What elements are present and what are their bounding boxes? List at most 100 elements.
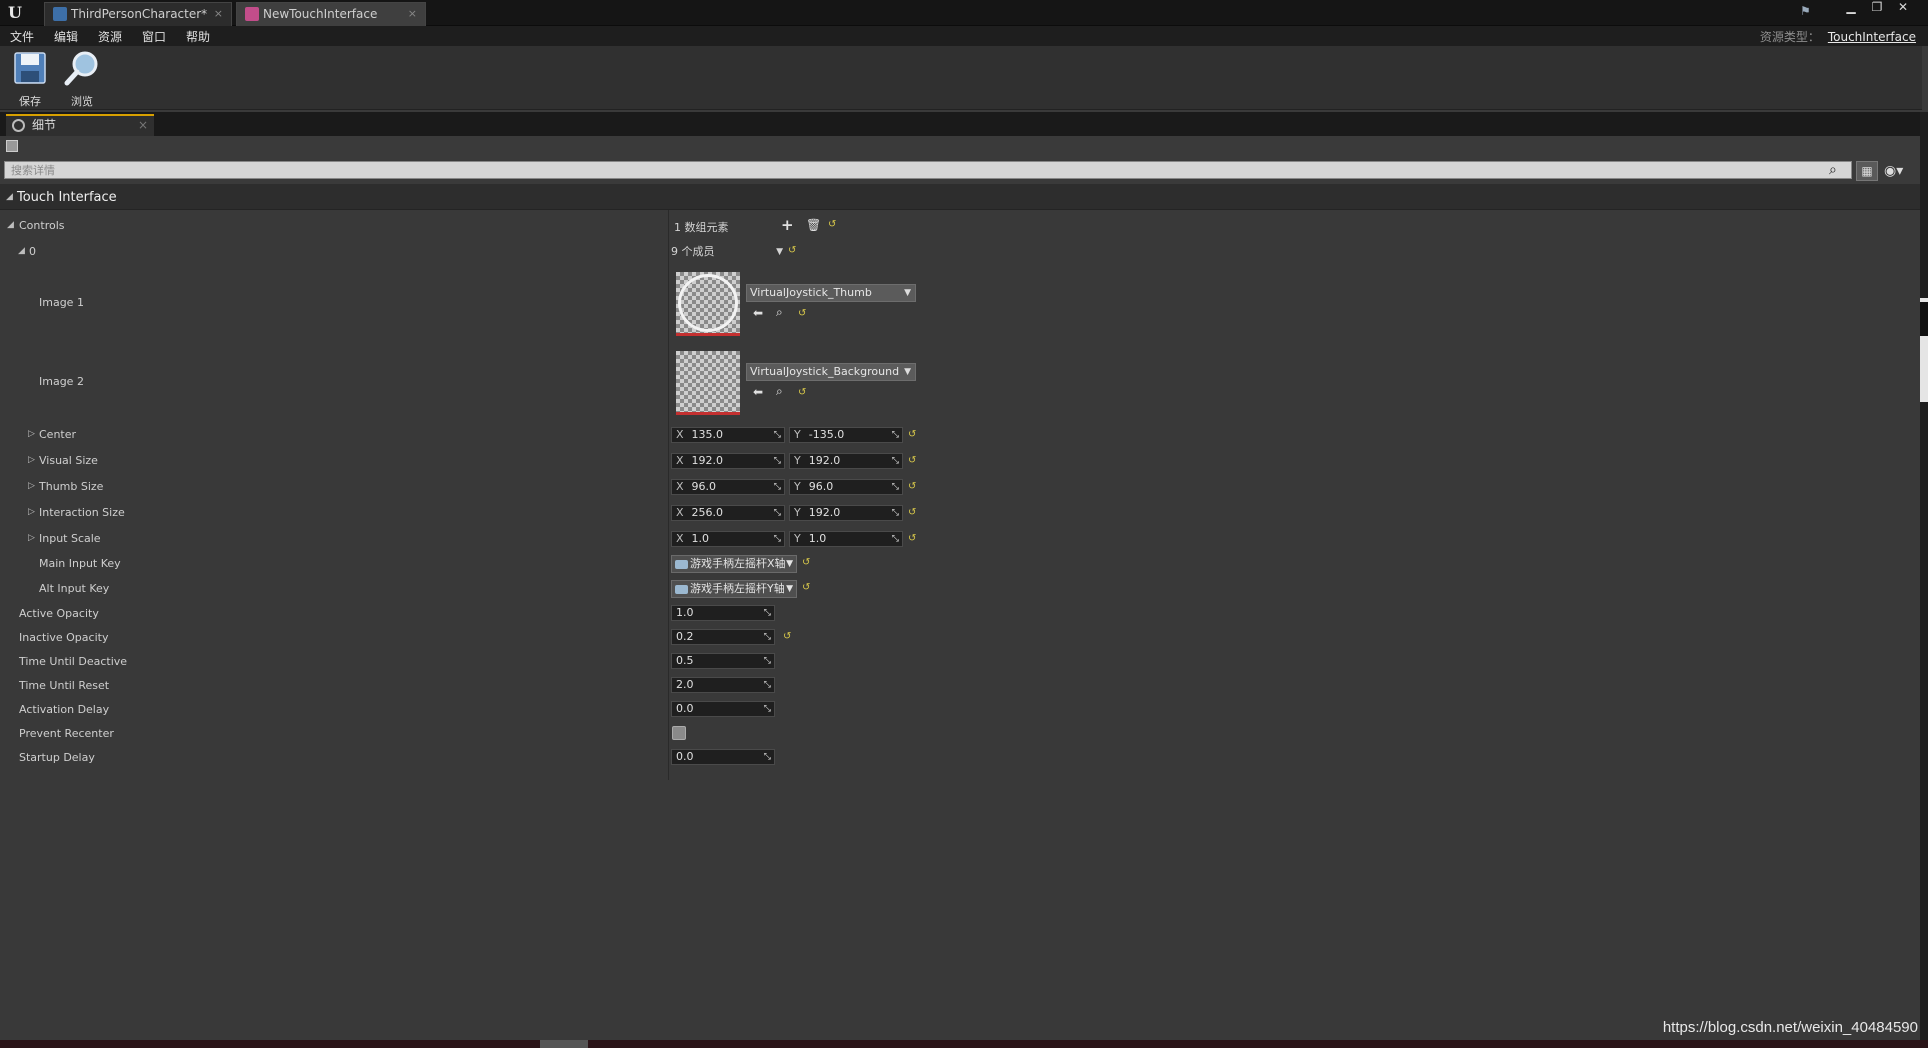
image2-asset-picker[interactable]: VirtualJoystick_Background ▼ xyxy=(746,363,916,381)
drag-spin-icon: ⤡ xyxy=(773,534,781,544)
expand-arrow-icon[interactable]: ▷ xyxy=(28,455,35,465)
chevron-down-icon: ▼ xyxy=(786,584,793,594)
main-input-key-label: Main Input Key xyxy=(39,557,121,570)
menu-window[interactable]: 窗口 xyxy=(142,28,166,45)
browse-asset-icon[interactable]: ⌕ xyxy=(776,384,783,399)
activation-delay-field[interactable]: 0.0 ⤡ xyxy=(671,701,775,717)
unreal-logo-icon[interactable]: U xyxy=(4,2,26,24)
image1-asset-name: VirtualJoystick_Thumb xyxy=(750,286,872,299)
close-icon[interactable]: × xyxy=(408,3,417,25)
reset-icon[interactable]: ↺ xyxy=(802,583,812,593)
expand-arrow-icon[interactable]: ▷ xyxy=(28,507,35,517)
time-until-reset-field[interactable]: 2.0 ⤡ xyxy=(671,677,775,693)
input-scale-y-field[interactable]: Y 1.0 ⤡ xyxy=(789,531,903,547)
reset-icon[interactable]: ↺ xyxy=(908,534,918,544)
browse-asset-icon[interactable]: ⌕ xyxy=(776,305,783,320)
category-header[interactable]: ◢ Touch Interface xyxy=(0,184,1922,210)
reset-icon[interactable]: ↺ xyxy=(908,482,918,492)
reset-icon[interactable]: ↺ xyxy=(798,309,808,319)
inactive-opacity-field[interactable]: 0.2 ⤡ xyxy=(671,629,775,645)
prevent-recenter-checkbox[interactable] xyxy=(672,726,686,740)
menu-file[interactable]: 文件 xyxy=(10,28,34,45)
center-y-field[interactable]: Y -135.0 ⤡ xyxy=(789,427,903,443)
restore-icon[interactable]: ❐ xyxy=(1866,0,1888,16)
thumb-size-x-value: 96.0 xyxy=(691,480,717,493)
horizontal-scrollbar-thumb[interactable] xyxy=(540,1040,588,1048)
lock-selection-icon[interactable] xyxy=(6,140,18,152)
column-divider[interactable] xyxy=(668,184,669,780)
drag-spin-icon: ⤡ xyxy=(763,680,771,690)
drag-spin-icon: ⤡ xyxy=(891,456,899,466)
menu-asset[interactable]: 资源 xyxy=(98,28,122,45)
reset-icon[interactable]: ↺ xyxy=(908,430,918,440)
main-input-key-value: 游戏手柄左摇杆X轴 xyxy=(690,557,786,570)
add-element-icon[interactable]: + xyxy=(781,216,794,234)
reset-icon[interactable]: ↺ xyxy=(802,558,812,568)
asset-type-link[interactable]: TouchInterface xyxy=(1828,30,1916,44)
tab-label: NewTouchInterface xyxy=(263,7,378,21)
search-icon[interactable]: ⌕ xyxy=(1829,162,1845,178)
use-selected-icon[interactable]: ⬅ xyxy=(753,306,763,320)
feedback-icon[interactable]: ⚑ xyxy=(1800,4,1816,18)
toolbar: 保存 浏览 xyxy=(0,46,1922,110)
gamepad-icon xyxy=(675,585,688,594)
visual-size-y-field[interactable]: Y 192.0 ⤡ xyxy=(789,453,903,469)
reset-icon[interactable]: ↺ xyxy=(908,456,918,466)
axis-x: X xyxy=(676,506,684,519)
search-input[interactable] xyxy=(5,162,1851,178)
center-x-field[interactable]: X 135.0 ⤡ xyxy=(671,427,785,443)
close-icon[interactable]: × xyxy=(214,3,223,25)
startup-delay-field[interactable]: 0.0 ⤡ xyxy=(671,749,775,765)
image1-thumbnail[interactable] xyxy=(676,272,740,336)
details-panel: ◢ Touch Interface ◢ Controls 1 数组元素 + 🗑 … xyxy=(0,184,1922,1048)
save-button[interactable]: 保存 xyxy=(6,50,54,108)
magnifier-icon xyxy=(64,51,98,86)
time-until-reset-label: Time Until Reset xyxy=(19,679,110,692)
expand-arrow-icon[interactable]: ▷ xyxy=(28,429,35,439)
property-matrix-icon[interactable]: ▦ xyxy=(1856,161,1878,181)
expand-arrow-icon[interactable]: ▷ xyxy=(28,481,35,491)
members-combo[interactable]: 9 个成员 ▼ xyxy=(671,245,783,261)
reset-icon[interactable]: ↺ xyxy=(828,220,838,230)
tab-third-person-character[interactable]: ThirdPersonCharacter* × xyxy=(44,2,232,26)
input-scale-y-value: 1.0 xyxy=(808,532,827,545)
axis-y: Y xyxy=(794,506,801,519)
collapse-arrow-icon[interactable]: ◢ xyxy=(6,192,13,202)
reset-icon[interactable]: ↺ xyxy=(783,632,793,642)
input-scale-x-field[interactable]: X 1.0 ⤡ xyxy=(671,531,785,547)
tab-details[interactable]: 细节 × xyxy=(6,114,154,136)
menu-help[interactable]: 帮助 xyxy=(186,28,210,45)
interaction-size-x-field[interactable]: X 256.0 ⤡ xyxy=(671,505,785,521)
interaction-size-y-field[interactable]: Y 192.0 ⤡ xyxy=(789,505,903,521)
time-until-deactive-field[interactable]: 0.5 ⤡ xyxy=(671,653,775,669)
collapse-arrow-icon[interactable]: ◢ xyxy=(7,220,14,230)
collapse-arrow-icon[interactable]: ◢ xyxy=(18,246,25,256)
image1-asset-picker[interactable]: VirtualJoystick_Thumb ▼ xyxy=(746,284,916,302)
prevent-recenter-label: Prevent Recenter xyxy=(19,727,114,740)
active-opacity-field[interactable]: 1.0 ⤡ xyxy=(671,605,775,621)
eye-icon[interactable]: ◉▾ xyxy=(1884,162,1918,180)
trash-icon[interactable]: 🗑 xyxy=(806,218,821,232)
thumb-size-y-field[interactable]: Y 96.0 ⤡ xyxy=(789,479,903,495)
tab-details-label: 细节 xyxy=(32,118,57,132)
expand-arrow-icon[interactable]: ▷ xyxy=(28,533,35,543)
browse-button[interactable]: 浏览 xyxy=(58,50,106,108)
drag-spin-icon: ⤡ xyxy=(763,632,771,642)
image2-thumbnail[interactable] xyxy=(676,351,740,415)
close-icon[interactable]: × xyxy=(138,116,148,134)
use-selected-icon[interactable]: ⬅ xyxy=(753,385,763,399)
panel-tab-bar: 细节 × xyxy=(0,112,1922,136)
tab-new-touch-interface[interactable]: NewTouchInterface × xyxy=(236,2,426,26)
close-window-icon[interactable]: ✕ xyxy=(1892,0,1914,16)
vertical-scrollbar[interactable] xyxy=(1920,112,1928,1048)
horizontal-scrollbar[interactable] xyxy=(0,1040,1928,1048)
thumb-size-x-field[interactable]: X 96.0 ⤡ xyxy=(671,479,785,495)
minimize-icon[interactable]: ▁ xyxy=(1840,0,1862,16)
main-input-key-selector[interactable]: 游戏手柄左摇杆X轴 ▼ xyxy=(671,555,797,573)
alt-input-key-selector[interactable]: 游戏手柄左摇杆Y轴 ▼ xyxy=(671,580,797,598)
reset-icon[interactable]: ↺ xyxy=(908,508,918,518)
visual-size-x-field[interactable]: X 192.0 ⤡ xyxy=(671,453,785,469)
reset-icon[interactable]: ↺ xyxy=(798,388,808,398)
reset-icon[interactable]: ↺ xyxy=(788,246,798,256)
menu-edit[interactable]: 编辑 xyxy=(54,28,78,45)
